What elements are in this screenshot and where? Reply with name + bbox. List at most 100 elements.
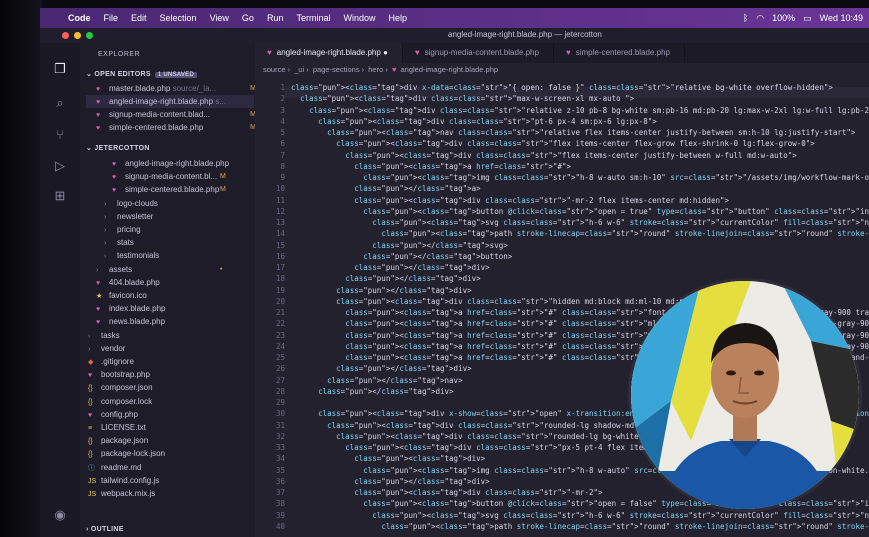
tab-angled-image-right[interactable]: ♥ angled-image-right.blade.php ● [255,43,403,63]
open-editor-item[interactable]: ♥ signup-media-content.blad... M [96,108,256,121]
menu-view[interactable]: View [210,13,229,23]
file-tree-item[interactable]: › pricing [104,223,141,236]
open-editor-item[interactable]: ♥ master.blade.php source/_la... M [96,82,256,95]
code-line[interactable]: class="pun"><class="tag">div class=class… [291,488,602,497]
code-line[interactable]: class="pun"><class="tag">button @click=c… [291,207,869,216]
code-line[interactable]: class="pun"></class="tag">div> [291,263,489,272]
breadcrumb-item[interactable]: angled-image-right.blade.php [400,65,498,74]
open-editor-item[interactable]: ♥ angled-image-right.blade.php s... [86,95,254,108]
file-tree-item[interactable]: ♥ news.blade.php [96,315,165,328]
battery-icon[interactable]: ▭ [803,13,812,24]
file-tree-item[interactable]: ♥ simple-centered.blade.php M [112,183,226,196]
search-icon[interactable]: ⌕ [52,95,68,111]
code-line[interactable]: class="pun"></class="tag">svg> [291,241,507,250]
file-tree-item[interactable]: {} composer.lock [88,395,152,408]
code-line[interactable]: class="pun"><class="tag">div class=class… [291,117,657,126]
open-editors-section[interactable]: ⌄ OPEN EDITORS 1 UNSAVED [86,70,198,78]
tab-signup-media-content[interactable]: ♥ signup-media-content.blade.php [403,43,554,63]
file-tree-item[interactable]: › vendor [88,342,125,355]
code-line[interactable]: class="pun"><class="tag">a href=class="s… [291,162,571,171]
extensions-icon[interactable]: ⊞ [52,188,68,204]
outline-section[interactable]: › OUTLINE [86,526,124,533]
file-tree-item[interactable]: ♥ index.blade.php [96,302,166,315]
file-tree-item[interactable]: › assets • [96,263,222,276]
tab-simple-centered[interactable]: ♥ simple-centered.blade.php [554,43,685,63]
file-tree-item[interactable]: › stats [104,236,134,249]
menu-file[interactable]: File [104,13,119,23]
code-line[interactable]: class="pun"><class="tag">svg class=class… [291,511,869,520]
file-tree-item[interactable]: {} composer.json [88,381,153,394]
file-tree-item[interactable]: ♥ 404.blade.php [96,276,160,289]
breadcrumb-item[interactable]: page-sections [313,65,360,74]
file-tree-label: favicon.ico [109,291,147,300]
clock[interactable]: Wed 10:49 [820,13,863,23]
code-line[interactable]: class="pun"></class="tag">button> [291,252,512,261]
code-line[interactable]: class="pun"></class="tag">div> [291,274,480,283]
breadcrumb-item[interactable]: hero [368,65,383,74]
code-line[interactable]: class="pun"><class="tag">div class=class… [291,421,643,430]
minimize-window-button[interactable] [74,32,81,39]
menu-window[interactable]: Window [343,13,375,23]
code-line[interactable]: class="pun"><class="tag">div class=class… [291,94,634,103]
code-line[interactable]: class="pun"><class="tag">div class=class… [291,151,797,160]
code-line[interactable]: class="pun"></class="tag">a> [291,184,480,193]
source-control-icon[interactable]: ⑂ [52,127,68,143]
breadcrumb-item[interactable]: _ui [294,65,304,74]
file-tree-item[interactable]: ≡ LICENSE.txt [88,421,146,434]
file-tree-item[interactable]: JS webpack.mix.js [88,487,155,500]
file-tree-item[interactable]: › tasks [88,329,120,342]
breadcrumb-item[interactable]: source [263,65,286,74]
file-tree-item[interactable]: {} package.json [88,434,148,447]
file-tree-item[interactable]: ♥ bootstrap.php [88,368,150,381]
code-line[interactable]: class="pun"></class="tag">div> [291,477,489,486]
code-line[interactable]: class="pun"><class="tag">nav class=class… [291,128,855,137]
code-line[interactable]: class="pun"><class="tag">div class=class… [291,139,815,148]
menu-terminal[interactable]: Terminal [296,13,330,23]
file-tree-item[interactable]: ♥ angled-image-right.blade.php [112,157,229,170]
menu-go[interactable]: Go [242,13,254,23]
code-line[interactable]: class="pun"><class="tag">path stroke-lin… [291,229,869,238]
code-line[interactable]: class="pun"></class="tag">div> [291,286,471,295]
file-tree-item[interactable]: › newsletter [104,210,153,223]
menu-run[interactable]: Run [267,13,284,23]
code-line[interactable]: class="pun"><class="tag">img class=class… [291,173,869,182]
code-line[interactable]: class="pun"></class="tag">div> [291,387,453,396]
code-line[interactable]: class="pun"><class="tag">div class=class… [291,196,729,205]
code-line[interactable]: class="pun"><class="tag">div class=class… [291,297,706,306]
file-tree-item[interactable]: {} package-lock.json [88,447,165,460]
code-line[interactable]: class="pun"><class="tag">path stroke-lin… [291,522,869,531]
code-line[interactable]: class="pun"><class="tag">div> [291,454,485,463]
menu-selection[interactable]: Selection [160,13,197,23]
menu-app-name[interactable]: Code [68,13,91,23]
close-window-button[interactable] [62,32,69,39]
file-tree-item[interactable]: ⓘ readme.md [88,461,141,474]
account-icon[interactable]: ◉ [52,507,68,523]
code-line[interactable]: class="pun"><class="tag">div x-data=clas… [291,83,833,92]
wifi-icon[interactable]: ◠ [756,13,764,24]
file-tree-item[interactable]: ★ favicon.ico [96,289,147,302]
code-line[interactable]: class="pun"></class="tag">div> [291,364,471,373]
file-tree-item[interactable]: › testimonials [104,249,159,262]
file-tree-item[interactable]: ♥ signup-media-content.bl... M [112,170,226,183]
maximize-window-button[interactable] [86,32,93,39]
code-line[interactable]: class="pun"><class="tag">svg class=class… [291,218,869,227]
file-tree-label: logo-clouds [117,198,158,208]
file-tree-item[interactable]: JS tailwind.config.js [88,474,159,487]
unsaved-dot-icon[interactable]: ● [383,48,388,57]
files-icon[interactable]: ❐ [52,61,68,77]
file-type-icon: ♥ [88,411,93,419]
screen: Code File Edit Selection View Go Run Ter… [40,8,869,537]
menu-help[interactable]: Help [388,13,407,23]
line-number: 27 [275,375,285,385]
open-editor-item[interactable]: ♥ simple-centered.blade.php M [96,121,256,134]
project-section[interactable]: ⌄ JETERCOTTON [86,144,150,152]
file-tree-item[interactable]: ◆ .gitignore [88,355,134,368]
menu-edit[interactable]: Edit [131,13,147,23]
run-debug-icon[interactable]: ▷ [52,158,68,174]
battery-percent[interactable]: 100% [772,13,795,23]
code-line[interactable]: class="pun"></class="tag">nav> [291,376,462,385]
code-line[interactable]: class="pun"><class="tag">div class=class… [291,106,869,115]
bluetooth-icon[interactable]: ᛒ [743,13,748,23]
file-tree-item[interactable]: › logo-clouds [104,197,158,210]
file-tree-item[interactable]: ♥ config.php [88,408,138,421]
